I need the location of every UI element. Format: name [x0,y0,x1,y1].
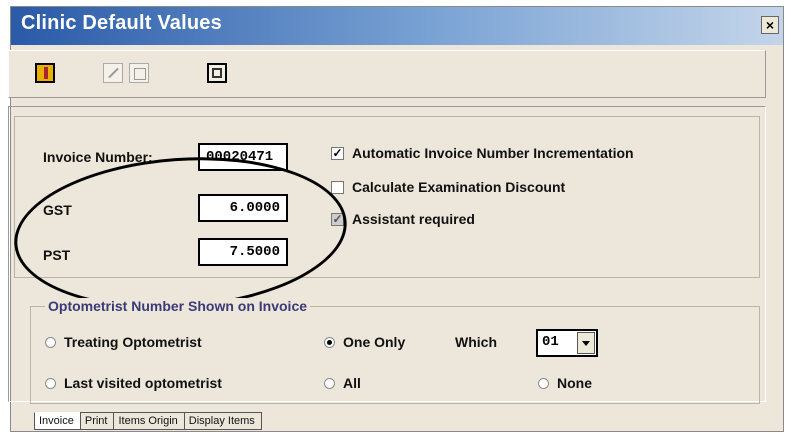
exam-discount-checkbox[interactable] [331,181,344,194]
treating-optometrist-radio[interactable] [45,337,56,348]
treating-optometrist-label: Treating Optometrist [64,334,202,350]
exam-discount-label: Calculate Examination Discount [352,179,566,195]
all-radio[interactable] [324,378,335,389]
one-only-radio[interactable] [324,337,335,348]
all-label: All [343,375,361,391]
tab-items-origin[interactable]: Items Origin [113,412,185,430]
chevron-down-icon[interactable] [577,332,595,354]
close-button[interactable]: × [761,16,779,34]
tab-invoice[interactable]: Invoice [34,412,81,430]
tab-print[interactable]: Print [79,412,115,430]
which-label: Which [455,334,497,350]
optometrist-group-legend: Optometrist Number Shown on Invoice [45,298,311,314]
assistant-required-label: Assistant required [352,211,475,227]
auto-increment-label: Automatic Invoice Number Incrementation [352,145,634,161]
edit-icon[interactable] [103,63,123,83]
last-visited-optometrist-radio[interactable] [45,378,56,389]
which-select[interactable]: 01 [536,329,598,357]
tab-display-items[interactable]: Display Items [183,412,262,430]
copy-icon[interactable] [129,63,149,83]
exit-icon[interactable] [35,63,55,83]
auto-increment-checkbox[interactable]: ✓ [331,147,344,160]
one-only-label: One Only [343,334,406,350]
window-title: Clinic Default Values [21,12,222,34]
toolbar [8,50,766,98]
none-label: None [557,375,592,391]
title-bar: Clinic Default Values × [11,7,783,45]
which-select-value: 01 [542,334,559,350]
last-visited-optometrist-label: Last visited optometrist [64,375,222,391]
none-radio[interactable] [538,378,549,389]
tab-strip: Invoice Print Items Origin Display Items [34,412,262,430]
save-icon[interactable] [207,63,227,83]
